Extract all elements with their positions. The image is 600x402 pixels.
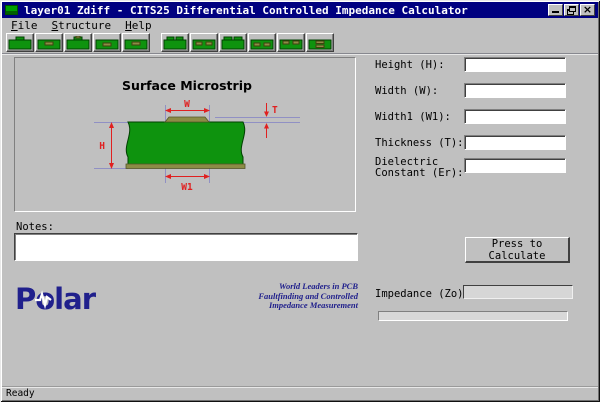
- surface-microstrip-icon: [8, 36, 32, 50]
- menu-structure[interactable]: Structure: [45, 18, 119, 34]
- minimize-icon: [552, 11, 559, 13]
- offset-stripline-icon: [95, 36, 119, 50]
- embedded-microstrip-icon: [66, 36, 90, 50]
- toolbar-button-surface-microstrip[interactable]: [6, 33, 34, 52]
- thickness-label: Thickness (T):: [375, 138, 465, 149]
- status-bar: Ready: [2, 386, 598, 400]
- restore-button[interactable]: [564, 4, 579, 16]
- toolbar-button-edge-coupled-offset-stripline[interactable]: [248, 33, 276, 52]
- coated-microstrip-icon: [37, 36, 61, 50]
- polar-logo: Polar: [15, 283, 107, 315]
- edge-coupled-embedded-microstrip-icon: [221, 36, 245, 50]
- pcb-substrate: [126, 122, 244, 168]
- app-window: layer01 Zdiff - CITS25 Differential Cont…: [0, 0, 600, 402]
- edge-coupled-surface-microstrip-icon: [163, 36, 187, 50]
- label-t: T: [272, 105, 278, 116]
- toolbar-button-edge-coupled-embedded-microstrip[interactable]: [219, 33, 247, 52]
- dimension-w1: [165, 174, 210, 179]
- app-icon: [5, 5, 18, 15]
- label-w1: W1: [181, 182, 193, 193]
- structure-diagram-panel: Surface Microstrip W: [14, 57, 356, 212]
- toolbar-button-centered-stripline[interactable]: [122, 33, 150, 52]
- ground-plane: [126, 164, 245, 169]
- toolbar-button-coated-microstrip[interactable]: [35, 33, 63, 52]
- toolbar-separator: [2, 53, 598, 55]
- dimension-t: [264, 103, 269, 138]
- height-label: Height (H):: [375, 60, 465, 71]
- surface-microstrip-diagram: Surface Microstrip W: [15, 58, 355, 211]
- toolbar-button-edge-coupled-coated-microstrip[interactable]: [190, 33, 218, 52]
- thickness-input[interactable]: [464, 135, 566, 150]
- dielectric-constant-input[interactable]: [464, 158, 566, 173]
- toolbar-button-embedded-microstrip[interactable]: [64, 33, 92, 52]
- dielectric-constant-label: Dielectric Constant (Er):: [375, 157, 465, 179]
- impedance-result-field: [463, 285, 573, 299]
- window-title: layer01 Zdiff - CITS25 Differential Cont…: [24, 4, 468, 17]
- status-text: Ready: [6, 388, 35, 399]
- width1-input[interactable]: [464, 109, 566, 124]
- centered-stripline-icon: [124, 36, 148, 50]
- signal-trace: [165, 117, 209, 122]
- edge-coupled-centered-stripline-icon: [279, 36, 303, 50]
- notes-label: Notes:: [16, 221, 54, 233]
- menu-bar: File Structure Help: [2, 18, 598, 33]
- label-h: H: [99, 141, 105, 152]
- title-bar: layer01 Zdiff - CITS25 Differential Cont…: [2, 2, 598, 18]
- calculation-progress-bar: [378, 311, 568, 321]
- broadside-coupled-stripline-icon: [308, 36, 332, 50]
- toolbar-button-offset-stripline[interactable]: [93, 33, 121, 52]
- menu-file[interactable]: File: [4, 18, 45, 34]
- impedance-label: Impedance (Zo):: [375, 288, 470, 300]
- calculate-button[interactable]: Press to Calculate: [465, 237, 570, 263]
- width-label: Width (W):: [375, 86, 465, 97]
- dimension-h: [109, 122, 114, 169]
- edge-coupled-coated-microstrip-icon: [192, 36, 216, 50]
- notes-input[interactable]: [14, 233, 358, 261]
- close-icon: ×: [581, 4, 594, 16]
- label-w: W: [184, 99, 190, 110]
- polar-logo-text: Polar: [15, 283, 97, 315]
- tagline-line: Impedance Measurement: [198, 301, 358, 311]
- edge-coupled-offset-stripline-icon: [250, 36, 274, 50]
- toolbar-button-broadside-coupled-stripline[interactable]: [306, 33, 334, 52]
- toolbar-button-edge-coupled-centered-stripline[interactable]: [277, 33, 305, 52]
- company-tagline: World Leaders in PCB Faultfinding and Co…: [198, 282, 358, 311]
- toolbar-button-edge-coupled-surface-microstrip[interactable]: [161, 33, 189, 52]
- menu-help[interactable]: Help: [118, 18, 159, 34]
- width-input[interactable]: [464, 83, 566, 98]
- height-input[interactable]: [464, 57, 566, 72]
- minimize-button[interactable]: [548, 4, 563, 16]
- toolbar: [2, 33, 598, 53]
- close-button[interactable]: ×: [580, 4, 595, 16]
- diagram-title: Surface Microstrip: [122, 78, 252, 93]
- width1-label: Width1 (W1):: [375, 112, 465, 123]
